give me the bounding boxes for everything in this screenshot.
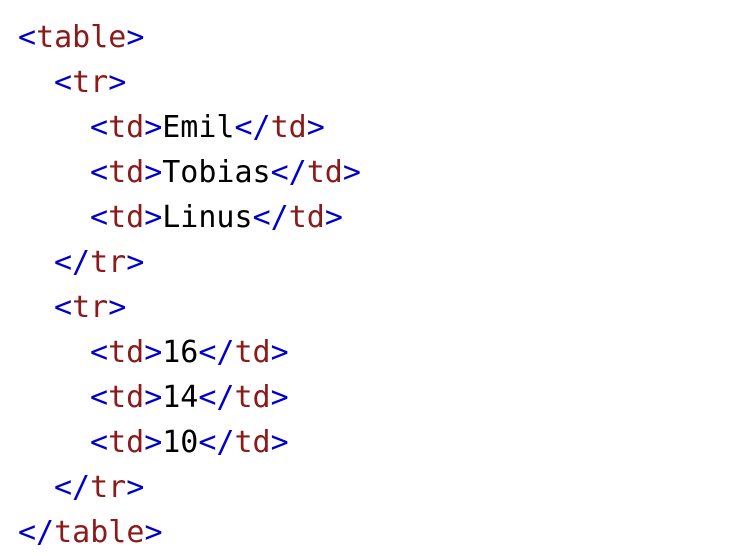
cell-text: 14: [162, 380, 199, 415]
end-bracket-open: </: [270, 155, 307, 190]
tag-name: td: [108, 200, 145, 235]
end-bracket-close: >: [324, 200, 343, 235]
tag-name: table: [36, 20, 127, 55]
bracket-open: <: [90, 380, 109, 415]
end-bracket-close: >: [270, 425, 289, 460]
bracket-open: <: [90, 335, 109, 370]
bracket-close: >: [108, 65, 127, 100]
tag-name: td: [108, 425, 145, 460]
bracket-open: <: [90, 110, 109, 145]
bracket-close: >: [144, 515, 163, 550]
bracket-open: <: [90, 425, 109, 460]
end-tag-name: td: [234, 380, 271, 415]
html-code-snippet: <table> <tr> <td>Emil</td> <td>Tobias</td> <…: [18, 15, 361, 555]
tag-name: tr: [72, 65, 109, 100]
tag-name: td: [108, 335, 145, 370]
tag-name: td: [108, 380, 145, 415]
code-line-tr-open: <tr>: [18, 285, 361, 330]
bracket-close: >: [144, 335, 163, 370]
code-line-td-14: <td>14</td>: [18, 375, 361, 420]
end-bracket-open: </: [198, 380, 235, 415]
bracket-close: >: [126, 20, 145, 55]
end-bracket-close: >: [342, 155, 361, 190]
tag-name: tr: [90, 470, 127, 505]
code-line-td-16: <td>16</td>: [18, 330, 361, 375]
bracket-open: <: [54, 290, 73, 325]
end-tag-name: td: [288, 200, 325, 235]
bracket-open: </: [18, 515, 55, 550]
bracket-open: <: [90, 155, 109, 190]
bracket-close: >: [144, 110, 163, 145]
tag-name: table: [54, 515, 145, 550]
cell-text: 10: [162, 425, 199, 460]
tag-name: tr: [90, 245, 127, 280]
bracket-open: <: [90, 200, 109, 235]
code-line-td-linus: <td>Linus</td>: [18, 195, 361, 240]
cell-text: 16: [162, 335, 199, 370]
bracket-close: >: [108, 290, 127, 325]
code-line-td-10: <td>10</td>: [18, 420, 361, 465]
bracket-close: >: [126, 245, 145, 280]
code-line-td-emil: <td>Emil</td>: [18, 105, 361, 150]
code-line-table-open: <table>: [18, 15, 361, 60]
end-tag-name: td: [234, 335, 271, 370]
cell-text: Linus: [162, 200, 253, 235]
end-bracket-open: </: [198, 335, 235, 370]
end-tag-name: td: [270, 110, 307, 145]
end-tag-name: td: [306, 155, 343, 190]
code-line-tr-open: <tr>: [18, 60, 361, 105]
code-line-tr-close: </tr>: [18, 465, 361, 510]
tag-name: td: [108, 155, 145, 190]
bracket-close: >: [144, 425, 163, 460]
code-line-tr-close: </tr>: [18, 240, 361, 285]
end-bracket-close: >: [306, 110, 325, 145]
bracket-open: </: [54, 470, 91, 505]
bracket-open: </: [54, 245, 91, 280]
tag-name: td: [108, 110, 145, 145]
code-line-table-close: </table>: [18, 510, 361, 555]
bracket-close: >: [144, 155, 163, 190]
bracket-open: <: [18, 20, 37, 55]
bracket-open: <: [54, 65, 73, 100]
cell-text: Tobias: [162, 155, 271, 190]
tag-name: tr: [72, 290, 109, 325]
end-bracket-open: </: [234, 110, 271, 145]
cell-text: Emil: [162, 110, 235, 145]
end-bracket-open: </: [252, 200, 289, 235]
end-bracket-close: >: [270, 380, 289, 415]
end-tag-name: td: [234, 425, 271, 460]
bracket-close: >: [144, 380, 163, 415]
bracket-close: >: [144, 200, 163, 235]
bracket-close: >: [126, 470, 145, 505]
end-bracket-open: </: [198, 425, 235, 460]
code-line-td-tobias: <td>Tobias</td>: [18, 150, 361, 195]
end-bracket-close: >: [270, 335, 289, 370]
